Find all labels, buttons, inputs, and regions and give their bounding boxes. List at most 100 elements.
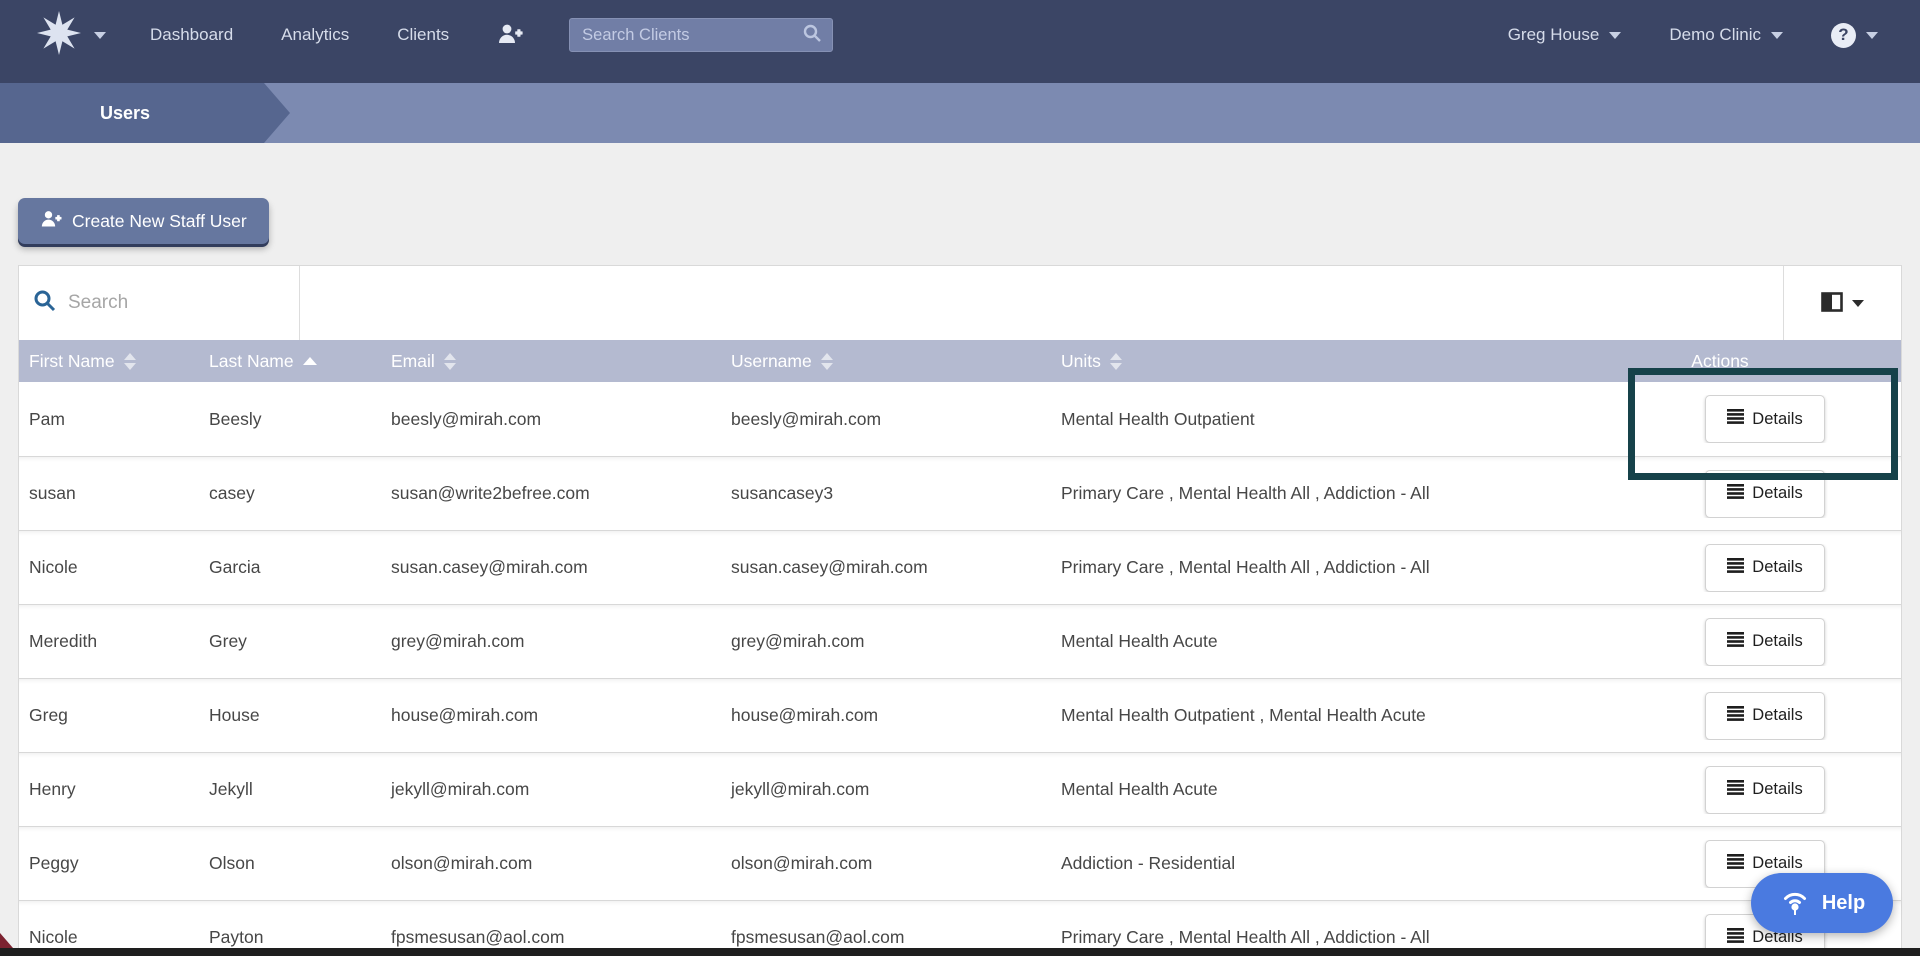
column-header[interactable]: Username: [721, 340, 1051, 382]
breadcrumb[interactable]: Users: [0, 83, 290, 143]
details-button-label: Details: [1752, 484, 1802, 503]
column-label: Actions: [1691, 351, 1748, 372]
cell-first-name: susan: [19, 483, 199, 504]
column-label: Units: [1061, 351, 1101, 372]
cell-email: susan.casey@mirah.com: [381, 557, 721, 578]
cell-actions: Details: [1629, 395, 1901, 443]
details-button-label: Details: [1752, 632, 1802, 651]
cell-last-name: Payton: [199, 927, 381, 948]
list-icon: [1727, 780, 1744, 800]
cell-last-name: Olson: [199, 853, 381, 874]
column-header[interactable]: Actions: [1629, 340, 1901, 382]
details-button[interactable]: Details: [1705, 766, 1824, 814]
clinic-menu-label: Demo Clinic: [1669, 25, 1761, 45]
help-button[interactable]: Help: [1751, 873, 1893, 933]
column-header[interactable]: First Name: [19, 340, 199, 382]
chevron-down-icon: [1771, 32, 1783, 39]
details-button-label: Details: [1752, 780, 1802, 799]
add-client-button[interactable]: [497, 22, 523, 49]
cell-username: jekyll@mirah.com: [721, 779, 1051, 800]
sort-icon: [124, 353, 136, 370]
column-visibility-button[interactable]: [1821, 292, 1864, 315]
cell-actions: Details: [1629, 618, 1901, 666]
starburst-logo-icon: [36, 10, 82, 61]
person-plus-icon: [40, 209, 62, 234]
details-button-label: Details: [1752, 558, 1802, 577]
list-icon: [1727, 409, 1744, 429]
column-header[interactable]: Last Name: [199, 340, 381, 382]
table-row: Peggy Olson olson@mirah.com olson@mirah.…: [19, 826, 1901, 900]
cell-username: grey@mirah.com: [721, 631, 1051, 652]
bottom-edge-bar: [0, 948, 1920, 956]
table-search-box: [19, 266, 300, 340]
column-header[interactable]: Units: [1051, 340, 1629, 382]
details-button[interactable]: Details: [1705, 544, 1824, 592]
cell-units: Mental Health Outpatient: [1051, 409, 1629, 430]
columns-icon: [1821, 292, 1843, 315]
create-new-staff-user-button[interactable]: Create New Staff User: [18, 198, 269, 244]
nav-item[interactable]: Analytics: [281, 25, 349, 45]
nav-item[interactable]: Clients: [397, 25, 449, 45]
client-search-input[interactable]: [582, 26, 802, 45]
list-icon: [1727, 558, 1744, 578]
table-row: susan casey susan@write2befree.com susan…: [19, 456, 1901, 530]
create-button-label: Create New Staff User: [72, 211, 247, 232]
nav-item[interactable]: Dashboard: [150, 25, 233, 45]
cell-units: Primary Care , Mental Health All , Addic…: [1051, 927, 1629, 948]
cell-first-name: Meredith: [19, 631, 199, 652]
cell-actions: Details: [1629, 766, 1901, 814]
cell-username: susancasey3: [721, 483, 1051, 504]
search-icon: [33, 289, 56, 317]
cell-units: Addiction - Residential: [1051, 853, 1629, 874]
list-icon: [1727, 928, 1744, 948]
cell-email: olson@mirah.com: [381, 853, 721, 874]
cell-actions: Details: [1629, 470, 1901, 518]
details-button[interactable]: Details: [1705, 618, 1824, 666]
table-row: Nicole Garcia susan.casey@mirah.com susa…: [19, 530, 1901, 604]
details-button[interactable]: Details: [1705, 470, 1824, 518]
navbar-right: Greg House Demo Clinic ?: [1508, 23, 1878, 48]
help-menu[interactable]: ?: [1831, 23, 1878, 48]
table-row: Greg House house@mirah.com house@mirah.c…: [19, 678, 1901, 752]
cell-email: grey@mirah.com: [381, 631, 721, 652]
table-search-input[interactable]: [68, 292, 285, 314]
users-table-panel: First Name Last Name Email Username Unit…: [18, 265, 1902, 956]
table-row: Henry Jekyll jekyll@mirah.com jekyll@mir…: [19, 752, 1901, 826]
cell-last-name: casey: [199, 483, 381, 504]
cell-units: Primary Care , Mental Health All , Addic…: [1051, 557, 1629, 578]
cell-email: fpsmesusan@aol.com: [381, 927, 721, 948]
question-mark-icon: ?: [1831, 23, 1856, 48]
clinic-menu[interactable]: Demo Clinic: [1669, 25, 1783, 45]
details-button-label: Details: [1752, 706, 1802, 725]
chevron-down-icon: [1609, 32, 1621, 39]
column-label: First Name: [29, 351, 115, 372]
chevron-down-icon: [94, 32, 106, 39]
cell-last-name: Garcia: [199, 557, 381, 578]
table-body: Pam Beesly beesly@mirah.com beesly@mirah…: [19, 382, 1901, 956]
table-header-row: First Name Last Name Email Username Unit…: [19, 340, 1901, 382]
cell-username: fpsmesusan@aol.com: [721, 927, 1051, 948]
cell-email: jekyll@mirah.com: [381, 779, 721, 800]
cell-email: susan@write2befree.com: [381, 483, 721, 504]
filter-spacer: [300, 266, 1783, 340]
cell-units: Mental Health Acute: [1051, 631, 1629, 652]
help-button-label: Help: [1822, 892, 1865, 915]
cell-first-name: Henry: [19, 779, 199, 800]
cell-last-name: House: [199, 705, 381, 726]
details-button[interactable]: Details: [1705, 395, 1824, 443]
details-button-label: Details: [1752, 854, 1802, 873]
column-header[interactable]: Email: [381, 340, 721, 382]
table-row: Pam Beesly beesly@mirah.com beesly@mirah…: [19, 382, 1901, 456]
user-menu[interactable]: Greg House: [1508, 25, 1622, 45]
cell-units: Mental Health Acute: [1051, 779, 1629, 800]
brand-menu[interactable]: [36, 10, 106, 61]
column-label: Last Name: [209, 351, 294, 372]
details-button[interactable]: Details: [1705, 692, 1824, 740]
cell-first-name: Pam: [19, 409, 199, 430]
table-row: Meredith Grey grey@mirah.com grey@mirah.…: [19, 604, 1901, 678]
top-navbar: Dashboard Analytics Clients Greg House D…: [0, 0, 1920, 70]
cell-actions: Details: [1629, 544, 1901, 592]
cell-username: susan.casey@mirah.com: [721, 557, 1051, 578]
cell-first-name: Greg: [19, 705, 199, 726]
nav-links: Dashboard Analytics Clients: [150, 25, 449, 45]
